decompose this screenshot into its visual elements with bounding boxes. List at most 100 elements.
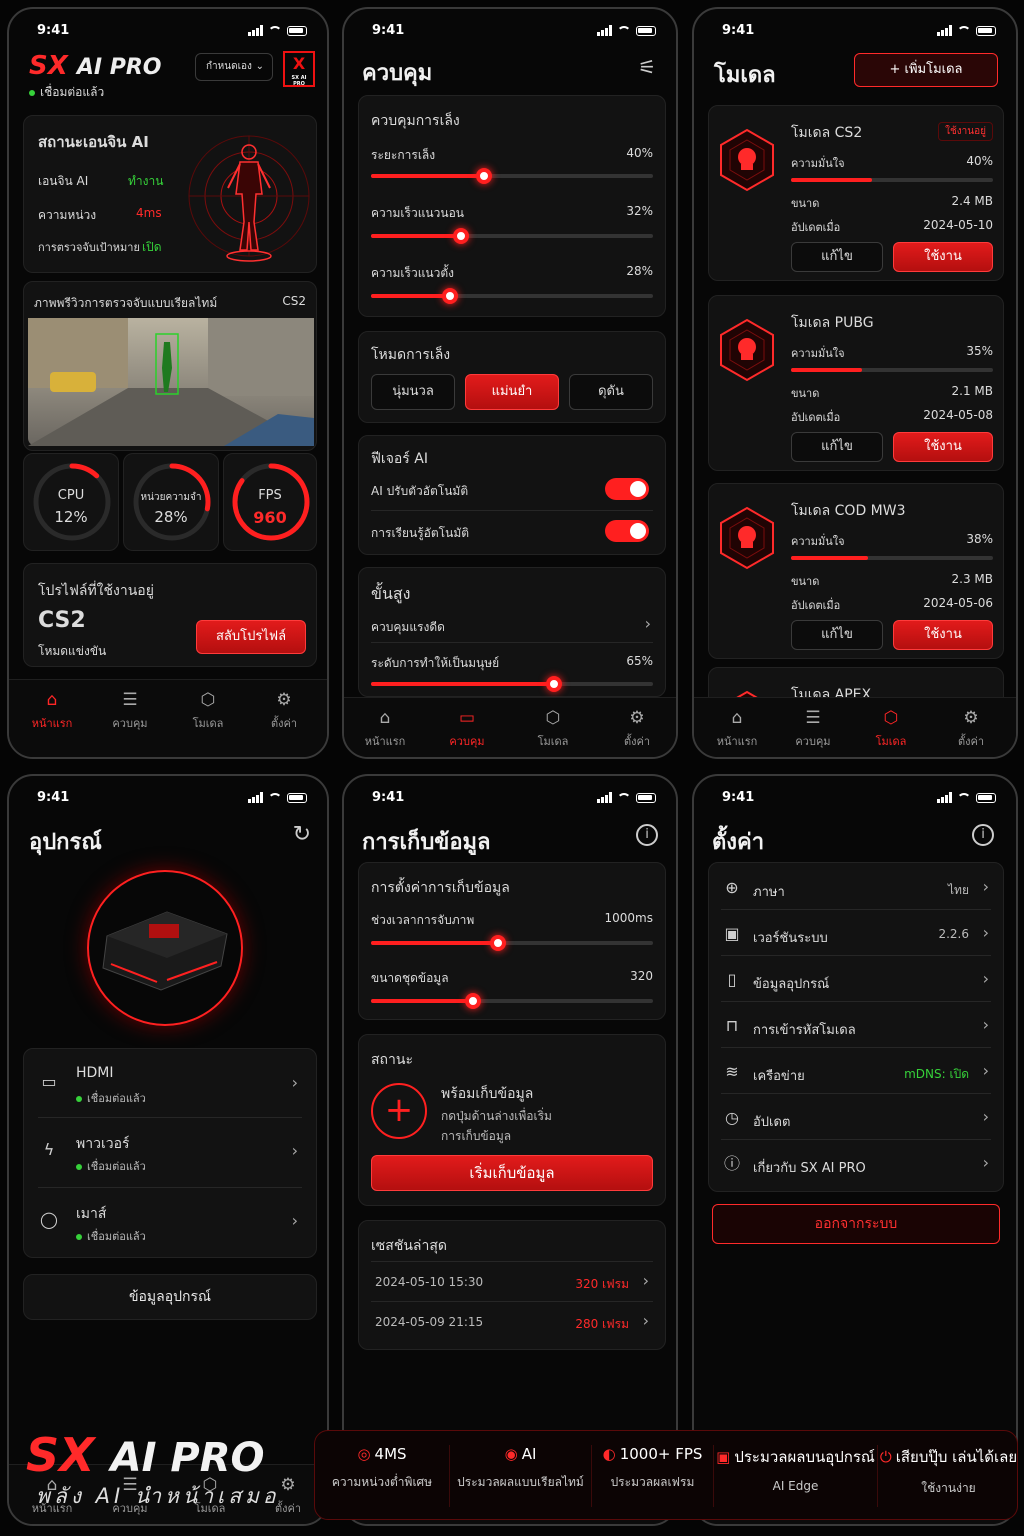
nav-control[interactable]: ☰ควบคุม (95, 690, 165, 732)
nav-home[interactable]: ⌂หน้าแรก (702, 708, 772, 750)
setting-value: 2.2.6 (938, 927, 969, 941)
active-profile-card: โปรไฟล์ที่ใช้งานอยู่ CS2 โหมดแข่งขัน สลั… (23, 563, 317, 667)
status-bar: 9:41 (372, 23, 656, 41)
nav-model[interactable]: ⬡โมเดล (173, 690, 243, 732)
chevron-right-icon[interactable]: › (983, 877, 989, 896)
edit-model-button[interactable]: แก้ไข (791, 432, 883, 462)
nav-home[interactable]: ⌂หน้าแรก (17, 690, 87, 732)
feature-item: ▣ ประมวลผลบนอุปกรณ์ AI Edge (713, 1445, 877, 1507)
switch-profile-button[interactable]: สลับโปรไฟล์ (196, 620, 306, 654)
home-icon: ⌂ (379, 708, 391, 728)
plus-circle-icon[interactable]: + (371, 1083, 427, 1139)
chevron-right-icon[interactable]: › (983, 1061, 989, 1080)
size-value: 2.3 MB (951, 572, 993, 586)
model-icon: ⬡ (200, 690, 216, 710)
chevron-right-icon[interactable]: › (983, 1015, 989, 1034)
nav-model[interactable]: ⬡โมเดล (518, 708, 588, 750)
signal-icon (937, 792, 952, 803)
battery-icon (287, 792, 307, 803)
fps-label: FPS (258, 488, 282, 503)
auto-learn-toggle[interactable] (605, 520, 649, 542)
chevron-right-icon[interactable]: › (643, 1311, 649, 1330)
chevron-right-icon[interactable]: › (983, 923, 989, 942)
chevron-right-icon[interactable]: › (292, 1141, 298, 1160)
globe-icon: ⊕ (725, 878, 739, 897)
batch-size-slider[interactable] (371, 993, 653, 1009)
confidence-label: ความมั่นใจ (791, 535, 845, 548)
capture-interval-slider[interactable] (371, 935, 653, 951)
chevron-right-icon[interactable]: › (292, 1211, 298, 1230)
size-label: ขนาด (791, 387, 820, 400)
refresh-icon[interactable]: ↻ (293, 822, 311, 847)
device-info-button[interactable]: ข้อมูลอุปกรณ์ (23, 1274, 317, 1320)
tune-icon[interactable]: ⚟ (638, 55, 656, 79)
device-box-image (102, 911, 228, 991)
signal-icon (597, 25, 612, 36)
nav-settings[interactable]: ⚙ตั้งค่า (602, 708, 672, 750)
settings-list-card: ⊕ ภาษา ไทย › ▣ เวอร์ชันระบบ 2.2.6 › ▯ ข้… (708, 862, 1004, 1192)
mode-aggressive-button[interactable]: ดุดัน (569, 374, 653, 410)
phone-collection: 9:41 การเก็บข้อมูล i การตั้งค่าการเก็บข้… (342, 774, 678, 1526)
vertical-speed-slider[interactable] (371, 288, 653, 304)
info-icon[interactable]: i (972, 824, 994, 846)
humanize-slider[interactable] (371, 676, 653, 692)
chevron-right-icon[interactable]: › (983, 1153, 989, 1172)
session-frames: 320 เฟรม (575, 1277, 629, 1291)
chevron-right-icon[interactable]: › (983, 969, 989, 988)
humanize-value: 65% (626, 654, 653, 668)
profile-name: CS2 (38, 608, 86, 633)
nav-settings[interactable]: ⚙ตั้งค่า (936, 708, 1006, 750)
wifi-icon (268, 792, 282, 803)
slider-label: ความเร็วแนวนอน (371, 206, 464, 220)
device-name: พาวเวอร์ (76, 1136, 130, 1152)
chevron-right-icon[interactable]: › (292, 1073, 298, 1092)
size-label: ขนาด (791, 197, 820, 210)
chevron-down-icon: ⌄ (255, 61, 264, 72)
use-model-button[interactable]: ใช้งาน (893, 242, 993, 272)
model-card: โมเดล COD MW3 ความมั่นใจ 38% ขนาด 2.3 MB … (708, 483, 1004, 659)
ai-figure-radar-icon (188, 135, 310, 262)
auto-adapt-toggle[interactable] (605, 478, 649, 500)
footer-brand-sx: SX (26, 1428, 95, 1482)
info-icon[interactable]: i (636, 824, 658, 846)
horizontal-speed-slider[interactable] (371, 228, 653, 244)
memory-value: 28% (154, 508, 188, 526)
in-use-badge: ใช้งานอยู่ (938, 122, 993, 141)
edit-model-button[interactable]: แก้ไข (791, 620, 883, 650)
detection-preview-image (28, 318, 314, 446)
plug-icon: ⏻ (879, 1448, 892, 1466)
sliders-icon: ☰ (805, 708, 821, 728)
nav-home[interactable]: ⌂หน้าแรก (350, 708, 420, 750)
model-icon: ⬡ (883, 708, 899, 728)
start-collection-button[interactable]: เริ่มเก็บข้อมูล (371, 1155, 653, 1191)
nav-control[interactable]: ▭ ควบคุม (432, 708, 502, 750)
mode-smooth-button[interactable]: นุ่มนวล (371, 374, 455, 410)
nav-control[interactable]: ☰ควบคุม (778, 708, 848, 750)
edit-model-button[interactable]: แก้ไข (791, 242, 883, 272)
updated-label: อัปเดตเมื่อ (791, 599, 841, 612)
add-model-button[interactable]: + เพิ่มโมเดล (854, 53, 998, 87)
use-model-button[interactable]: ใช้งาน (893, 432, 993, 462)
nav-model[interactable]: ⬡โมเดล (856, 708, 926, 750)
aim-range-slider[interactable] (371, 168, 653, 184)
profile-dropdown[interactable]: กำหนดเอง ⌄ (195, 53, 273, 81)
confidence-bar (791, 556, 993, 560)
nav-settings[interactable]: ⚙ตั้งค่า (249, 690, 319, 732)
setting-label: การเข้ารหัสโมเดล (753, 1023, 856, 1038)
slider-value: 32% (626, 204, 653, 218)
status-bar: 9:41 (372, 790, 656, 808)
fps-value: 960 (253, 508, 287, 527)
mode-precise-button[interactable]: แม่นยำ (465, 374, 559, 410)
sessions-title: เซสชันล่าสุด (371, 1238, 447, 1254)
recoil-control-item[interactable]: ควบคุมแรงดีด (371, 618, 445, 637)
logout-button[interactable]: ออกจากระบบ (712, 1204, 1000, 1244)
speedometer-icon: ◐ (602, 1445, 616, 1463)
chevron-right-icon[interactable]: › (643, 1271, 649, 1290)
lightning-icon: ϟ (43, 1140, 55, 1159)
chevron-right-icon[interactable]: › (983, 1107, 989, 1126)
feature-subtitle: ประมวลผลแบบเรียลไทม์ (457, 1475, 584, 1489)
preview-tag: CS2 (282, 294, 306, 308)
hint-text: การเก็บข้อมูล (441, 1129, 512, 1143)
setting-label: เวอร์ชันระบบ (753, 931, 828, 946)
use-model-button[interactable]: ใช้งาน (893, 620, 993, 650)
